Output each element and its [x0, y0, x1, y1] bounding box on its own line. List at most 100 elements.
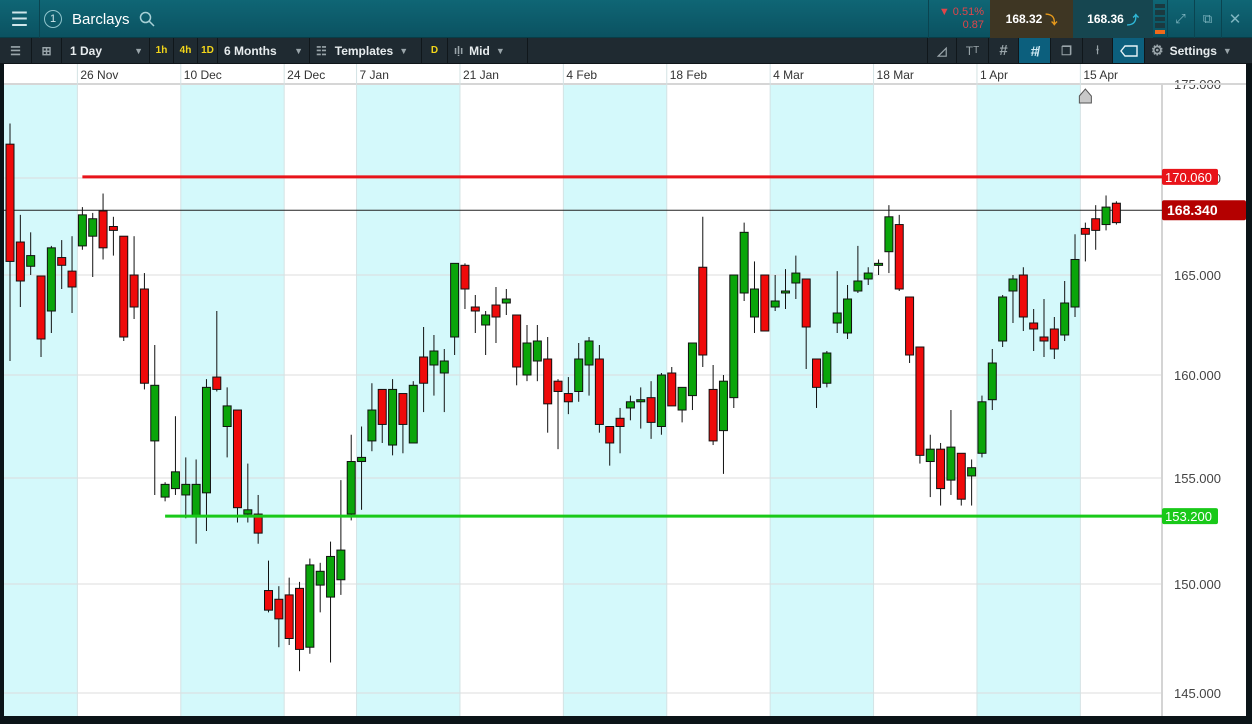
sell-arrow-icon: ⤵ [1045, 12, 1058, 27]
candle-body [812, 358, 822, 388]
resistance-label: 170.060 [1165, 170, 1212, 185]
buy-arrow-icon: ⤴ [1126, 12, 1139, 27]
list-icon[interactable]: ☰ [0, 38, 32, 63]
quick-1d-button[interactable]: 1D [198, 38, 218, 63]
candle-body [739, 231, 749, 294]
chevron-down-icon: ▼ [1222, 45, 1232, 56]
d-button[interactable]: D [422, 38, 448, 63]
close-icon[interactable]: ✕ [1221, 0, 1248, 38]
candle-body [439, 360, 449, 374]
chevron-down-icon: ▼ [399, 45, 409, 56]
candle-body [594, 358, 604, 425]
candle-body [326, 555, 336, 598]
indicator-icon[interactable]: ⍿ [1083, 38, 1113, 63]
candle-body [894, 224, 904, 290]
templates-icon: ☷ [316, 43, 327, 58]
buy-button[interactable]: 168.36 ⤴ [1073, 0, 1153, 38]
layout-grid-icon[interactable]: ⊞ [32, 38, 62, 63]
candle-body [5, 143, 15, 262]
candle-body [98, 210, 108, 249]
candle-body [1029, 322, 1039, 330]
text-tool-icon[interactable]: TT [957, 38, 989, 63]
candle-body [119, 235, 129, 338]
sell-button[interactable]: 168.32 ⤵ [990, 0, 1073, 38]
candle-body [574, 358, 584, 392]
quick-4h-button[interactable]: 4h [174, 38, 198, 63]
candle-body [232, 409, 242, 509]
candle-body [698, 266, 708, 356]
candle-body [677, 386, 687, 411]
candle-body [791, 272, 801, 284]
layers-icon[interactable]: ❐ [1051, 38, 1083, 63]
candle-body [336, 549, 346, 581]
popout-icon[interactable]: ⧉ [1194, 0, 1220, 38]
candle-body [625, 401, 635, 409]
candle-body [636, 399, 646, 403]
candlestick-chart[interactable]: 175.000170.000165.000160.000155.000150.0… [4, 64, 1252, 716]
candle-body [367, 409, 377, 442]
trendline-tool-icon[interactable]: ◿ [927, 38, 957, 63]
interval-select[interactable]: 1 Day ▼ [62, 38, 150, 63]
candle-body [460, 264, 470, 290]
chart-header: ☰ 1 Barclays ▼ 0.51% 0.87 168.32 ⤵ 168.36… [0, 0, 1252, 38]
candle-body [708, 388, 718, 442]
price-chart[interactable]: 175.000170.000165.000160.000155.000150.0… [4, 64, 1252, 716]
instrument-name[interactable]: Barclays [72, 0, 130, 38]
candle-body [501, 298, 511, 304]
candle-body [905, 296, 915, 356]
menu-button[interactable]: ☰ [0, 0, 40, 38]
expand-icon[interactable]: ⤢ [1167, 0, 1193, 38]
candle-body [419, 356, 429, 384]
drawing-tools-icon[interactable]: #̸ [1019, 38, 1051, 63]
candle-body [967, 467, 977, 477]
x-tick-label: 4 Mar [773, 68, 804, 82]
candle-body [170, 471, 180, 490]
interval-value: 1 Day [70, 43, 103, 58]
candle-body [243, 509, 253, 515]
candle-body [853, 280, 863, 292]
candle-body [563, 393, 573, 403]
price-label-icon[interactable] [1113, 38, 1145, 63]
candle-body [656, 374, 666, 427]
candle-body [264, 590, 273, 611]
price-type-select[interactable]: ıḷı Mid ▼ [448, 38, 528, 63]
candle-body [295, 587, 305, 650]
candle-body [729, 274, 739, 399]
candle-body [77, 214, 87, 247]
candle-body [1060, 302, 1070, 336]
candle-body [212, 376, 222, 390]
window-number-icon[interactable]: 1 [42, 0, 64, 38]
range-value: 6 Months [224, 43, 277, 58]
candle-body [26, 255, 36, 267]
candle-body [315, 570, 325, 586]
candle-body [605, 426, 615, 444]
hamburger-icon: ☰ [10, 8, 29, 31]
price-change: ▼ 0.51% 0.87 [928, 0, 990, 38]
candle-body [150, 384, 160, 442]
x-tick-label: 18 Mar [877, 68, 914, 82]
y-tick-label: 165.000 [1174, 268, 1221, 283]
quick-1h-button[interactable]: 1h [150, 38, 174, 63]
candle-body [543, 358, 553, 405]
candle-body [956, 452, 966, 500]
last-price-label: 168.340 [1167, 202, 1218, 218]
scroll-latest-marker-icon[interactable] [1078, 88, 1092, 104]
candle-body [1049, 328, 1059, 350]
candle-body [801, 278, 811, 328]
candle-body [357, 456, 367, 463]
templates-button[interactable]: ☷ Templates ▼ [310, 38, 422, 63]
candle-body [1070, 258, 1080, 308]
buy-price: 168.36 [1087, 12, 1124, 26]
search-icon[interactable] [138, 0, 156, 38]
range-select[interactable]: 6 Months ▼ [218, 38, 310, 63]
settings-button[interactable]: ⚙ Settings ▼ [1145, 38, 1252, 63]
candle-body [843, 298, 853, 334]
period-band [180, 84, 285, 716]
candle-body [553, 380, 563, 392]
candle-body [57, 257, 67, 266]
grid-icon[interactable]: # [989, 38, 1019, 63]
x-tick-label: 24 Dec [287, 68, 325, 82]
down-triangle-icon: ▼ [938, 6, 950, 18]
candle-body [15, 241, 25, 282]
candle-body [160, 483, 170, 498]
